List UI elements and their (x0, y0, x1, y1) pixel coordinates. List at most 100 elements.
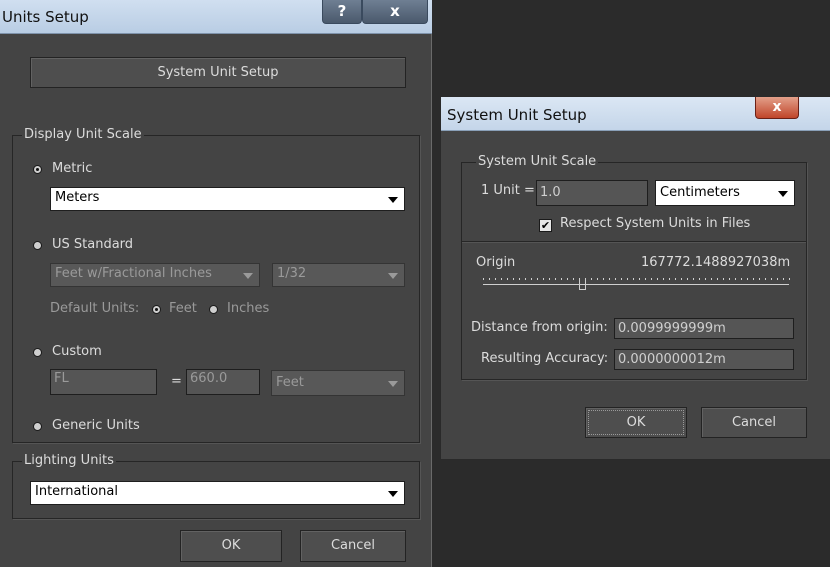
help-button[interactable]: ? (322, 0, 362, 24)
us-standard-radio[interactable] (33, 241, 42, 250)
dialog-title: System Unit Setup (447, 106, 587, 124)
dialog-title: Units Setup (2, 8, 89, 26)
cancel-button[interactable]: Cancel (300, 530, 406, 562)
slider-tick (525, 278, 526, 280)
units-setup-dialog: Units Setup ? x System Unit Setup Displa… (0, 0, 432, 567)
slider-tick (483, 278, 484, 280)
inches-label: Inches (227, 301, 270, 316)
slider-tick (549, 278, 550, 280)
respect-units-label: Respect System Units in Files (560, 216, 751, 231)
slider-tick (735, 278, 736, 280)
slider-tick (753, 278, 754, 280)
custom-radio[interactable] (33, 348, 42, 357)
lighting-units-value: International (35, 484, 118, 499)
slider-tick (747, 278, 748, 280)
origin-slider[interactable] (483, 275, 790, 295)
slider-tick (567, 278, 568, 280)
slider-tick (705, 278, 706, 280)
slider-tick (495, 278, 496, 280)
chevron-down-icon (388, 197, 398, 203)
slider-tick (669, 278, 670, 280)
generic-units-radio[interactable] (33, 422, 42, 431)
us-unit-value: Feet w/Fractional Inches (55, 266, 212, 281)
slider-tick (609, 278, 610, 280)
system-unit-setup-dialog: System Unit Setup x System Unit Scale 1 … (440, 96, 830, 460)
ok-button[interactable]: OK (585, 407, 687, 438)
slider-tick (621, 278, 622, 280)
slider-tick (555, 278, 556, 280)
slider-tick (633, 278, 634, 280)
slider-thumb[interactable] (579, 278, 586, 290)
slider-tick (681, 278, 682, 280)
slider-tick (759, 278, 760, 280)
close-button[interactable]: x (362, 0, 428, 24)
respect-units-checkbox[interactable]: ✔ (539, 219, 552, 232)
slider-tick (645, 278, 646, 280)
slider-ticks (483, 278, 790, 282)
slider-tick (519, 278, 520, 280)
slider-tick (615, 278, 616, 280)
unit-type-value: Centimeters (660, 185, 740, 200)
custom-unit-value: Feet (276, 375, 304, 390)
us-unit-dropdown[interactable]: Feet w/Fractional Inches (50, 263, 260, 287)
close-button[interactable]: x (755, 97, 799, 119)
lighting-units-dropdown[interactable]: International (30, 481, 405, 505)
origin-value: 167772.1488927038m (641, 255, 791, 270)
us-fraction-value: 1/32 (277, 266, 307, 281)
us-fraction-dropdown[interactable]: 1/32 (272, 263, 405, 287)
unit-type-dropdown[interactable]: Centimeters (655, 180, 795, 206)
slider-tick (765, 278, 766, 280)
display-unit-scale-group (12, 135, 420, 443)
unit-value-field[interactable]: 1.0 (536, 180, 648, 206)
chevron-down-icon (243, 273, 253, 279)
equals-sign: = (171, 374, 182, 389)
divider (462, 241, 806, 242)
slider-tick (663, 278, 664, 280)
slider-tick (741, 278, 742, 280)
cancel-button[interactable]: Cancel (701, 407, 807, 438)
resulting-accuracy-label: Resulting Accuracy: (481, 351, 609, 366)
slider-tick (639, 278, 640, 280)
generic-units-label: Generic Units (52, 418, 140, 433)
slider-tick (537, 278, 538, 280)
resulting-accuracy-field[interactable]: 0.0000000012m (614, 349, 794, 370)
ok-button[interactable]: OK (180, 530, 282, 562)
slider-tick (543, 278, 544, 280)
slider-tick (657, 278, 658, 280)
system-unit-setup-titlebar[interactable]: System Unit Setup x (441, 97, 830, 131)
chevron-down-icon (388, 381, 398, 387)
system-unit-setup-button[interactable]: System Unit Setup (30, 57, 406, 88)
slider-tick (729, 278, 730, 280)
distance-from-origin-field[interactable]: 0.0099999999m (614, 318, 794, 339)
slider-tick (507, 278, 508, 280)
slider-tick (777, 278, 778, 280)
slider-tick (597, 278, 598, 280)
us-standard-label: US Standard (52, 237, 134, 252)
default-units-label: Default Units: (50, 301, 140, 316)
chevron-down-icon (778, 191, 788, 197)
slider-tick (717, 278, 718, 280)
slider-tick (651, 278, 652, 280)
metric-unit-dropdown[interactable]: Meters (50, 187, 405, 211)
inches-radio[interactable] (209, 305, 218, 314)
slider-tick (723, 278, 724, 280)
slider-tick (783, 278, 784, 280)
slider-tick (573, 278, 574, 280)
chevron-down-icon (388, 491, 398, 497)
slider-tick (699, 278, 700, 280)
slider-tick (687, 278, 688, 280)
distance-from-origin-label: Distance from origin: (471, 320, 608, 335)
display-unit-scale-legend: Display Unit Scale (22, 127, 144, 142)
custom-value-field[interactable]: 660.0 (186, 369, 260, 395)
slider-tick (531, 278, 532, 280)
feet-label: Feet (169, 301, 197, 316)
custom-unit-dropdown[interactable]: Feet (271, 370, 405, 396)
chevron-down-icon (388, 273, 398, 279)
metric-radio[interactable] (33, 165, 42, 174)
units-setup-titlebar[interactable]: Units Setup ? x (0, 0, 432, 34)
custom-label: Custom (52, 344, 102, 359)
custom-name-field[interactable]: FL (50, 369, 157, 395)
slider-tick (603, 278, 604, 280)
feet-radio[interactable] (152, 305, 161, 314)
lighting-units-legend: Lighting Units (22, 453, 116, 468)
